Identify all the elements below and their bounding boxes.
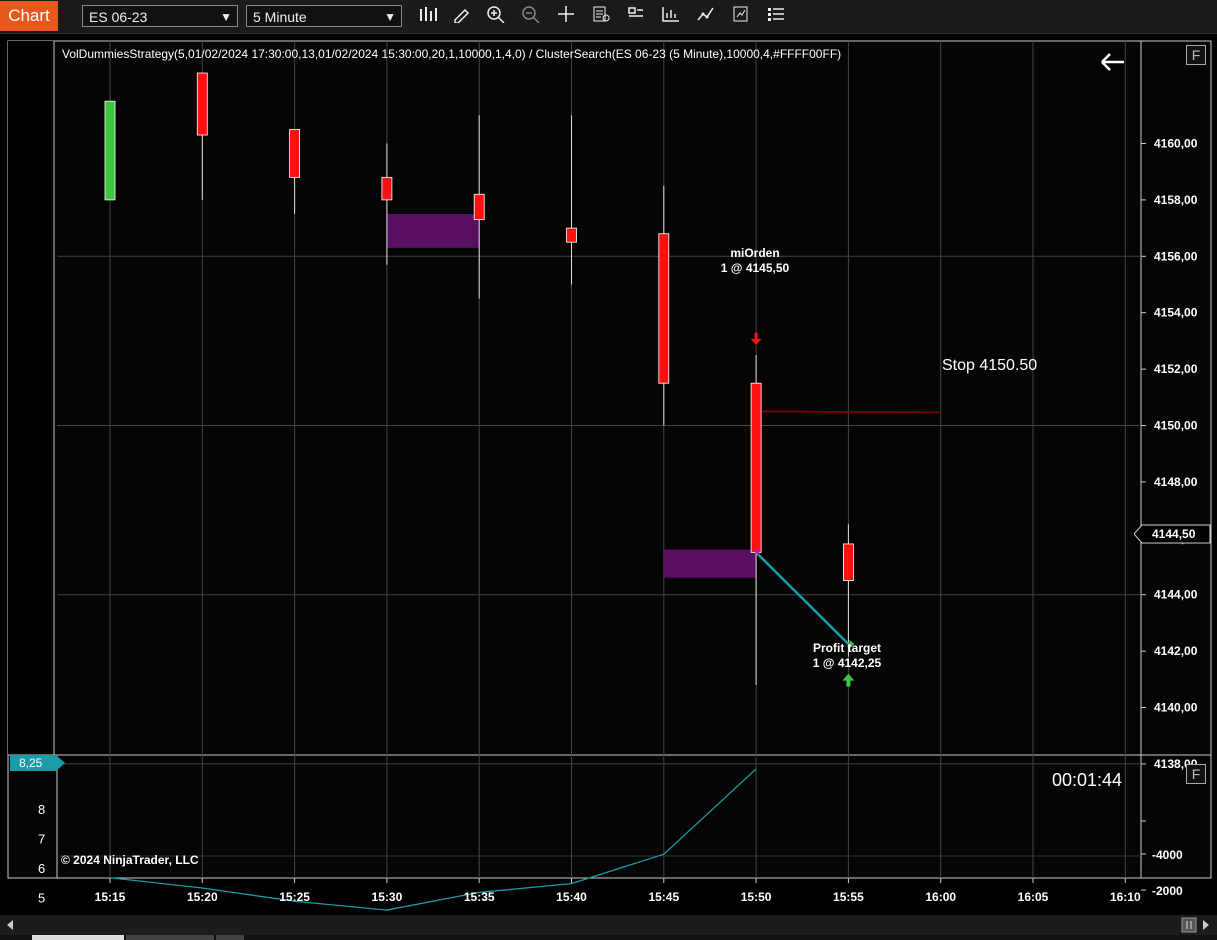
x-tick-label: 15:25 <box>279 890 310 904</box>
stop-line <box>762 410 941 414</box>
y-tick-label: 4140,00 <box>1154 701 1198 715</box>
indicator-value-marker: 8,25 <box>10 755 66 772</box>
candle-body <box>750 382 762 553</box>
interval-selector[interactable]: 5 Minute ▼ <box>246 5 402 27</box>
x-tick-label: 15:50 <box>741 890 772 904</box>
indicator-left-tick: 8 <box>38 802 45 817</box>
zoom-out-icon[interactable] <box>519 5 543 27</box>
left-margin <box>8 41 54 755</box>
current-price-value: 4144,50 <box>1152 527 1196 541</box>
indicator-right-tick: -4000 <box>1152 848 1183 862</box>
current-price-marker: 4144,50 <box>1134 524 1211 544</box>
candle-body <box>473 193 485 221</box>
chart-border <box>7 40 1212 879</box>
exit-order-name: Profit target <box>812 641 881 655</box>
y-tick-label: 4142,00 <box>1154 644 1198 658</box>
x-tick-label: 15:45 <box>648 890 679 904</box>
object-list-icon[interactable] <box>764 5 788 27</box>
candle-body <box>196 72 208 136</box>
tab-add[interactable] <box>216 935 244 940</box>
x-tick-label: 15:30 <box>372 890 403 904</box>
cluster-zone <box>386 214 480 248</box>
chart-trader-icon[interactable] <box>659 5 683 27</box>
stop-label: Stop 4150.50 <box>942 357 1038 374</box>
indicators-icon[interactable] <box>694 5 718 27</box>
entry-order-detail: 1 @ 4145,50 <box>720 261 790 275</box>
indicator-right-tick: -2000 <box>1152 884 1183 898</box>
candle-body <box>843 543 854 582</box>
exit-order-detail: 1 @ 4142,25 <box>812 656 882 670</box>
bar-timer: 00:01:44 <box>1052 770 1123 790</box>
pencil-icon[interactable] <box>449 5 473 27</box>
bar-type-icon[interactable] <box>416 5 440 27</box>
zoom-in-icon[interactable] <box>484 5 508 27</box>
y-tick-label: 4150,00 <box>1154 419 1198 433</box>
interval-value: 5 Minute <box>253 9 307 25</box>
y-tick-label: 4152,00 <box>1154 362 1198 376</box>
y-tick-label: 4160,00 <box>1154 137 1198 151</box>
indicator-left-tick: 6 <box>38 861 45 876</box>
chart-toolbar: Chart ES 06-23 ▼ 5 Minute ▼ <box>0 0 1217 34</box>
y-tick-label: 4156,00 <box>1154 249 1198 263</box>
x-tick-label: 16:10 <box>1110 890 1141 904</box>
indicator-value: 8,25 <box>19 756 43 770</box>
x-tick-label: 15:40 <box>556 890 587 904</box>
x-tick-label: 16:00 <box>925 890 956 904</box>
instrument-value: ES 06-23 <box>89 9 148 25</box>
f-button-lower[interactable]: F <box>1186 764 1206 784</box>
indicator-left-tick: 7 <box>38 832 45 847</box>
indicator-left-tick: 5 <box>38 890 45 905</box>
tab-chart-2[interactable] <box>126 935 214 940</box>
y-tick-label: 4158,00 <box>1154 193 1198 207</box>
y-tick-label: 4154,00 <box>1154 306 1198 320</box>
strategy-label: VolDummiesStrategy(5,01/02/2024 17:30:00… <box>62 47 842 61</box>
chart-area[interactable]: 4138,004140,004142,004144,004146,004148,… <box>0 33 1217 940</box>
chart-canvas[interactable]: 4138,004140,004142,004144,004146,004148,… <box>0 33 1217 940</box>
horizontal-scrollbar[interactable] <box>0 915 1217 935</box>
chevron-down-icon: ▼ <box>220 10 232 24</box>
x-tick-label: 15:55 <box>833 890 864 904</box>
cluster-zone <box>663 549 757 578</box>
tab-chart-1[interactable] <box>32 935 124 940</box>
candle-body <box>289 129 301 178</box>
y-tick-label: 4148,00 <box>1154 475 1198 489</box>
x-tick-label: 16:05 <box>1018 890 1049 904</box>
x-tick-label: 15:15 <box>95 890 126 904</box>
candle-body <box>104 100 116 201</box>
chart-tab[interactable]: Chart <box>0 1 58 31</box>
properties-icon[interactable] <box>624 5 648 27</box>
f-button[interactable]: F <box>1186 45 1206 65</box>
instrument-selector[interactable]: ES 06-23 ▼ <box>82 5 238 27</box>
x-tick-label: 15:20 <box>187 890 218 904</box>
crosshair-icon[interactable] <box>554 5 578 27</box>
candle-body <box>658 233 670 384</box>
chevron-down-icon: ▼ <box>384 10 396 24</box>
bottom-tab-strip <box>0 935 1217 940</box>
strategies-icon[interactable] <box>729 5 753 27</box>
candle-body <box>566 227 577 243</box>
data-box-icon[interactable] <box>589 5 613 27</box>
entry-order-name: miOrden <box>730 246 780 260</box>
x-tick-label: 15:35 <box>464 890 495 904</box>
copyright-label: © 2024 NinjaTrader, LLC <box>61 853 199 867</box>
candle-body <box>381 176 393 201</box>
y-tick-label: 4144,00 <box>1154 588 1198 602</box>
back-arrow-icon[interactable] <box>1099 51 1127 78</box>
